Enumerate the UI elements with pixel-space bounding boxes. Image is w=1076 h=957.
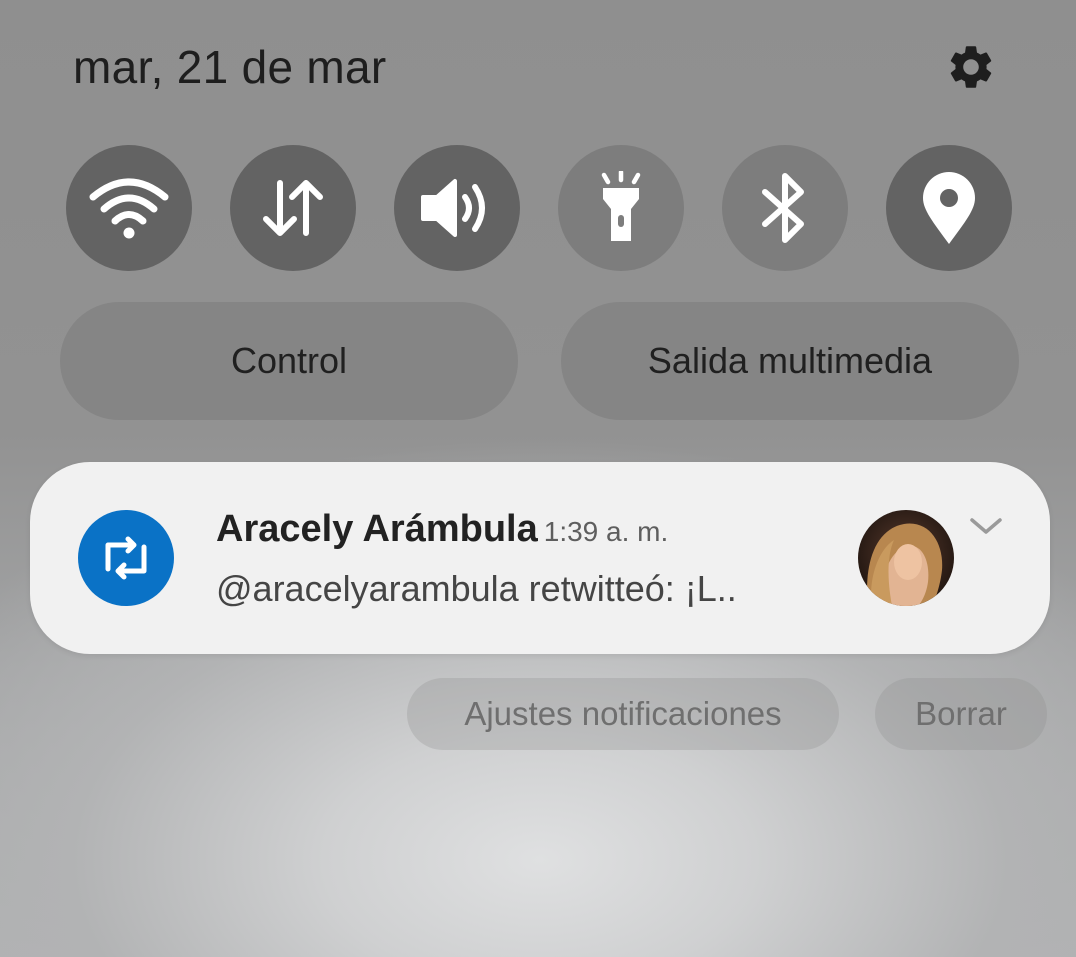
device-control-label: Control (230, 340, 348, 381)
notification-sender: Aracely Arámbula (216, 508, 538, 550)
clear-button[interactable]: Borrar (875, 678, 1047, 750)
bluetooth-toggle[interactable] (722, 145, 848, 271)
mobile-data-toggle[interactable] (230, 145, 356, 271)
media-output-label: Salida multimedia (647, 340, 933, 381)
clear-label: Borrar (915, 695, 1007, 732)
media-output-button[interactable]: Salida multimedia (561, 302, 1019, 420)
notification-card[interactable]: Aracely Arámbula 1:39 a. m. @aracelyaramb… (30, 462, 1050, 654)
notification-settings-button[interactable]: Ajustes notificaciones (407, 678, 839, 750)
settings-button[interactable] (944, 40, 998, 94)
wifi-toggle[interactable] (66, 145, 192, 271)
notification-text: @aracelyarambula retwitteó: ¡L.. (216, 568, 737, 609)
avatar-photo (858, 510, 954, 606)
bluetooth-icon (762, 173, 804, 243)
notification-time: 1:39 a. m. (543, 516, 669, 547)
retweet-icon (105, 536, 147, 580)
flashlight-icon (601, 171, 641, 241)
date-label: mar, 21 de mar (73, 41, 387, 93)
volume-icon (421, 179, 485, 237)
notification-title: Aracely Arámbula 1:39 a. m. (216, 508, 668, 551)
device-control-button[interactable]: Control (60, 302, 518, 420)
gear-icon (950, 46, 992, 88)
wifi-icon (89, 178, 169, 239)
chevron-down-icon[interactable] (966, 514, 1006, 538)
app-icon (78, 510, 174, 606)
flashlight-toggle[interactable] (558, 145, 684, 271)
sound-toggle[interactable] (394, 145, 520, 271)
location-toggle[interactable] (886, 145, 1012, 271)
avatar (858, 510, 954, 606)
location-pin-icon (923, 172, 975, 244)
data-arrows-icon (263, 180, 323, 236)
notification-settings-label: Ajustes notificaciones (464, 695, 782, 732)
